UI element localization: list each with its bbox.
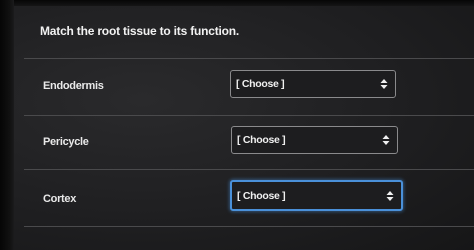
updown-arrow-icon xyxy=(380,79,388,89)
divider xyxy=(24,115,474,116)
row-label-cortex: Cortex xyxy=(43,193,77,205)
select-pericycle[interactable]: [ Choose ] xyxy=(231,126,398,154)
updown-arrow-icon xyxy=(386,190,394,201)
select-cortex[interactable]: [ Choose ] xyxy=(230,180,403,211)
question-text: Match the root tissue to its function. xyxy=(40,24,240,38)
divider xyxy=(24,58,474,59)
select-value: [ Choose ] xyxy=(237,189,286,202)
updown-arrow-icon xyxy=(382,135,390,145)
select-value: [ Choose ] xyxy=(237,134,286,146)
row-label-pericycle: Pericycle xyxy=(43,136,89,148)
monitor-bezel-top xyxy=(0,0,474,6)
row-label-endodermis: Endodermis xyxy=(43,80,104,92)
quiz-screen: Match the root tissue to its function. E… xyxy=(0,0,474,250)
select-endodermis[interactable]: [ Choose ] xyxy=(230,70,396,98)
divider xyxy=(24,226,474,227)
divider xyxy=(24,169,474,170)
monitor-bezel-left xyxy=(0,0,14,250)
select-value: [ Choose ] xyxy=(236,78,285,90)
